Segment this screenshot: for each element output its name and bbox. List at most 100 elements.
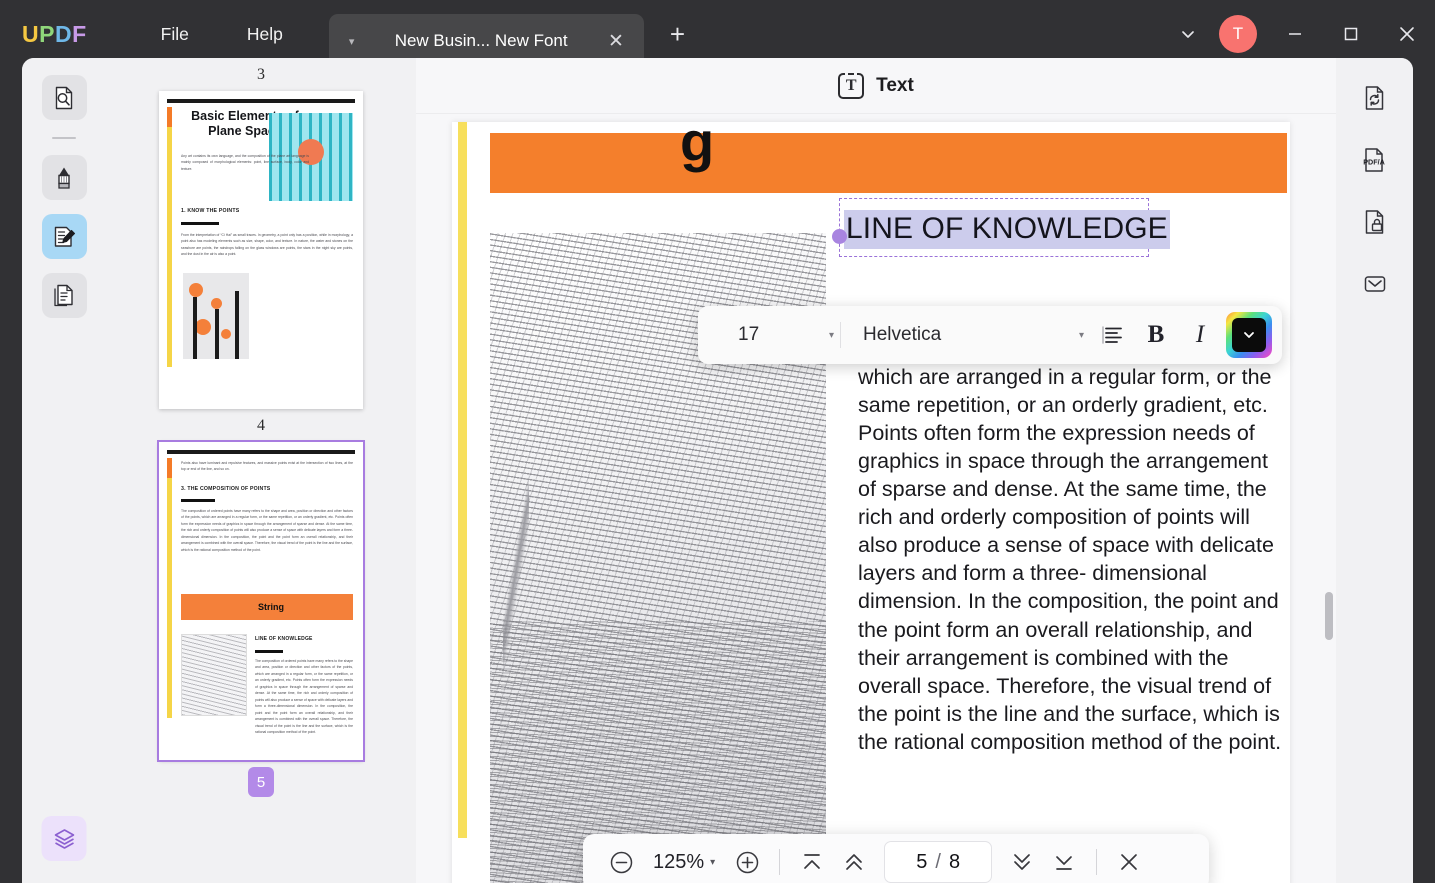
menu-file[interactable]: File	[147, 18, 203, 51]
right-tool-rail: PDF/A	[1336, 58, 1413, 883]
close-pagebar-button[interactable]	[1109, 842, 1149, 882]
thumb-yellow-bar	[167, 127, 172, 367]
pagebar-divider	[779, 849, 780, 875]
thumbnail-page-4[interactable]: Points also have luminant and repulsive …	[159, 442, 363, 760]
chevron-up-double-icon	[842, 850, 866, 874]
thumbnail-page-3[interactable]: Basic Elements of Plane Space Any art co…	[159, 91, 363, 409]
scrollbar-thumb[interactable]	[1325, 592, 1333, 640]
prev-page-button[interactable]	[834, 842, 874, 882]
page-navigation-bar[interactable]: 125% ▾	[583, 834, 1209, 883]
tab-title: New Busin... New Font	[354, 31, 608, 51]
document-viewer: T Text g LINE OF KNOWLEDGE refers to the…	[416, 58, 1336, 883]
close-button[interactable]	[1379, 4, 1435, 64]
page-body-text[interactable]: refers to the shape and area, position o…	[858, 307, 1290, 756]
chevron-down-icon[interactable]	[1161, 7, 1215, 61]
sidebar-item-edit-pdf[interactable]	[42, 214, 87, 259]
logo-letter-p: P	[39, 21, 55, 48]
highlighter-pen-icon	[51, 165, 77, 191]
text-box-icon: T	[838, 73, 864, 99]
document-scroll-area[interactable]: g LINE OF KNOWLEDGE refers to the shape …	[416, 114, 1336, 883]
thumb-photo	[181, 634, 247, 716]
email-envelope-icon	[1361, 270, 1389, 298]
pdf-a-icon: PDF/A	[1360, 146, 1390, 174]
new-tab-button[interactable]: +	[670, 19, 685, 50]
thumb-orange-tick	[167, 107, 172, 127]
color-swatch[interactable]	[1232, 318, 1266, 352]
thumb-body-text: From the interpretation of “Ci Hai” as s…	[181, 232, 353, 258]
pagebar-divider	[1096, 849, 1097, 875]
text-color-picker[interactable]	[1226, 312, 1272, 358]
thumb-section-title: 3. THE COMPOSITION OF POINTS	[181, 486, 270, 492]
left-tool-rail	[22, 58, 106, 883]
logo-letter-u: U	[22, 21, 39, 48]
last-page-icon	[1052, 850, 1076, 874]
align-left-button[interactable]	[1090, 313, 1134, 357]
selected-text[interactable]: LINE OF KNOWLEDGE	[844, 210, 1170, 249]
document-lock-icon	[1361, 208, 1389, 236]
organize-pages-icon	[51, 283, 77, 309]
logo-letter-d: D	[55, 21, 72, 48]
page-thumbnail-panel[interactable]: 3 Basic Elements of Plane Space Any art …	[106, 58, 416, 883]
thumb-rule	[181, 222, 219, 225]
updf-logo[interactable]: U P D F	[22, 21, 87, 48]
italic-button[interactable]: I	[1178, 313, 1222, 357]
thumb-rule	[255, 650, 283, 653]
window-controls: T	[1161, 4, 1435, 64]
sidebar-item-convert-pdf[interactable]	[1352, 75, 1398, 121]
minimize-button[interactable]	[1267, 4, 1323, 64]
last-page-button[interactable]	[1044, 842, 1084, 882]
sidebar-item-comment-markup[interactable]	[42, 155, 87, 200]
sidebar-item-pdf-a[interactable]: PDF/A	[1352, 137, 1398, 183]
close-icon	[1117, 850, 1141, 874]
sidebar-item-organize-pages[interactable]	[42, 273, 87, 318]
current-page-badge: 5	[248, 767, 274, 797]
thumb-intro-text: Points also have luminant and repulsive …	[181, 460, 353, 473]
zoom-out-button[interactable]	[601, 842, 641, 882]
sidebar-item-protect-document[interactable]	[1352, 199, 1398, 245]
chevron-down-icon[interactable]: ▾	[829, 330, 834, 341]
page-yellow-margin	[458, 122, 467, 838]
thumb-top-rule	[167, 99, 355, 103]
rail-divider	[52, 137, 76, 139]
next-page-button[interactable]	[1002, 842, 1042, 882]
chevron-down-icon[interactable]: ▾	[1079, 330, 1084, 341]
close-icon[interactable]: ✕	[608, 30, 624, 53]
vertical-scrollbar[interactable]	[1322, 114, 1336, 883]
sidebar-item-email-document[interactable]	[1352, 261, 1398, 307]
sidebar-item-layers[interactable]	[42, 816, 87, 861]
chevron-down-icon[interactable]: ▾	[710, 857, 715, 868]
thumbnail-item[interactable]: 3 Basic Elements of Plane Space Any art …	[106, 66, 416, 409]
zoom-level-value[interactable]: 125%	[653, 851, 704, 874]
sidebar-item-search-document[interactable]	[42, 75, 87, 120]
layers-icon	[51, 826, 77, 852]
font-family-select[interactable]: Helvetica ▾	[841, 324, 1090, 346]
selection-handle-left[interactable]	[832, 229, 847, 244]
page-orange-banner: g	[490, 133, 1287, 193]
thumbnail-item[interactable]: 4 Points also have luminant and repulsiv…	[106, 417, 416, 797]
thumbnail-page-number: 4	[106, 417, 416, 435]
document-search-icon	[51, 85, 77, 111]
chevron-down-icon	[1241, 327, 1257, 343]
page-separator: /	[935, 851, 941, 874]
pdf-page[interactable]: g LINE OF KNOWLEDGE refers to the shape …	[452, 122, 1290, 883]
font-size-select[interactable]: 17 ▾	[708, 324, 840, 346]
avatar[interactable]: T	[1219, 15, 1257, 53]
thumb-top-rule	[167, 450, 355, 454]
first-page-button[interactable]	[792, 842, 832, 882]
page-number-input[interactable]: 5 / 8	[884, 841, 992, 883]
page-title: Text	[876, 75, 914, 97]
font-format-toolbar[interactable]: 17 ▾ Helvetica ▾ B I	[698, 306, 1282, 364]
thumb-rule	[181, 499, 215, 502]
convert-document-icon	[1361, 84, 1389, 112]
thumb-banner-label: String	[258, 602, 284, 612]
svg-text:PDF/A: PDF/A	[1363, 158, 1385, 167]
zoom-out-icon	[608, 849, 635, 876]
menu-help[interactable]: Help	[233, 18, 297, 51]
align-left-icon	[1099, 322, 1125, 348]
maximize-button[interactable]	[1323, 4, 1379, 64]
zoom-in-icon	[734, 849, 761, 876]
zoom-in-button[interactable]	[727, 842, 767, 882]
font-size-value: 17	[738, 324, 759, 346]
bold-button[interactable]: B	[1134, 313, 1178, 357]
edit-mode-header: T Text	[416, 58, 1336, 114]
